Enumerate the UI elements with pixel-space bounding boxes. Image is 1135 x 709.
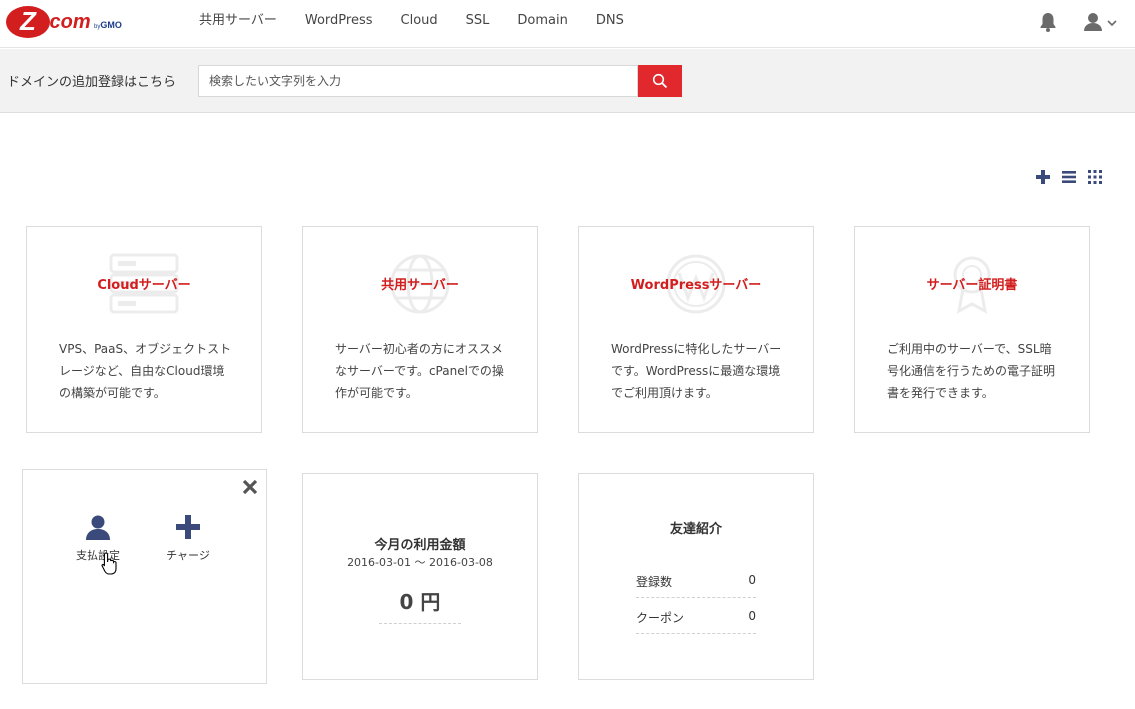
charge-label: チャージ bbox=[166, 549, 210, 562]
grid-icon bbox=[1088, 170, 1102, 184]
referral-card: 友達紹介 登録数 0 クーポン 0 bbox=[578, 473, 814, 680]
service-card-certificate[interactable]: サーバー証明書 ご利用中のサーバーで、SSL暗号化通信を行うための電子証明書を発… bbox=[854, 226, 1090, 433]
monthly-usage-card: 今月の利用金額 2016-03-01 ～ 2016-03-08 0 円 bbox=[302, 473, 538, 680]
close-icon[interactable] bbox=[241, 478, 259, 496]
referral-title: 友達紹介 bbox=[669, 522, 722, 537]
grid-view-button[interactable] bbox=[1086, 168, 1104, 186]
search-icon bbox=[652, 73, 668, 89]
domain-search-bar: ドメインの追加登録はこちら bbox=[0, 49, 1135, 113]
payment-settings-button[interactable]: 支払設定 bbox=[71, 514, 125, 563]
referral-row-value: 0 bbox=[748, 609, 756, 623]
nav-cloud[interactable]: Cloud bbox=[387, 0, 452, 42]
referral-row: 登録数 0 bbox=[636, 562, 756, 598]
user-icon bbox=[1084, 13, 1117, 31]
service-description: サーバー初心者の方にオススメなサーバーです。cPanelでの操作が可能です。 bbox=[335, 342, 504, 400]
service-title[interactable]: 共用サーバー bbox=[303, 274, 537, 293]
referral-row: クーポン 0 bbox=[636, 598, 756, 634]
usage-amount: 0 円 bbox=[379, 586, 461, 624]
main-nav: 共用サーバー WordPress Cloud SSL Domain DNS bbox=[185, 0, 638, 42]
list-icon bbox=[1062, 171, 1076, 183]
nav-shared-server[interactable]: 共用サーバー bbox=[185, 0, 291, 42]
add-widget-button[interactable] bbox=[1034, 168, 1052, 186]
plus-icon bbox=[1036, 170, 1050, 184]
charge-button[interactable]: チャージ bbox=[161, 514, 215, 563]
top-header: Z .com byGMO 共用サーバー WordPress Cloud SSL … bbox=[0, 0, 1135, 48]
quick-actions-widget: 支払設定 チャージ bbox=[22, 469, 267, 684]
nav-ssl[interactable]: SSL bbox=[452, 0, 504, 42]
service-title[interactable]: WordPressサーバー bbox=[579, 274, 813, 293]
service-description: VPS、PaaS、オブジェクトストレージなど、自由なCloud環境の構築が可能で… bbox=[59, 342, 232, 400]
user-icon bbox=[86, 515, 110, 540]
domain-search-input[interactable] bbox=[198, 65, 638, 97]
account-menu[interactable] bbox=[1084, 12, 1120, 32]
referral-row-label: 登録数 bbox=[636, 575, 673, 589]
service-card-wordpress[interactable]: WordPressサーバー WordPressに特化したサーバーです。WordP… bbox=[578, 226, 814, 433]
service-title[interactable]: Cloudサーバー bbox=[27, 274, 261, 293]
service-description: ご利用中のサーバーで、SSL暗号化通信を行うための電子証明書を発行できます。 bbox=[887, 342, 1056, 400]
list-view-button[interactable] bbox=[1060, 168, 1078, 186]
zcom-logo[interactable]: Z .com byGMO bbox=[6, 6, 131, 38]
plus-icon bbox=[176, 515, 200, 539]
bell-icon[interactable] bbox=[1039, 12, 1057, 32]
service-card-cloud[interactable]: Cloudサーバー VPS、PaaS、オブジェクトストレージなど、自由なClou… bbox=[26, 226, 262, 433]
payment-settings-label: 支払設定 bbox=[76, 549, 120, 562]
search-button[interactable] bbox=[638, 65, 682, 97]
logo-gmo: byGMO bbox=[94, 20, 122, 30]
search-label: ドメインの追加登録はこちら bbox=[7, 75, 177, 90]
nav-domain[interactable]: Domain bbox=[503, 0, 581, 42]
referral-row-label: クーポン bbox=[636, 611, 685, 625]
nav-dns[interactable]: DNS bbox=[582, 0, 638, 42]
logo-domain: .com bbox=[44, 11, 91, 33]
service-title[interactable]: サーバー証明書 bbox=[855, 274, 1089, 293]
usage-title: 今月の利用金額 bbox=[374, 538, 466, 553]
usage-date-range: 2016-03-01 ～ 2016-03-08 bbox=[347, 556, 493, 569]
referral-row-value: 0 bbox=[748, 573, 756, 587]
service-card-shared[interactable]: 共用サーバー サーバー初心者の方にオススメなサーバーです。cPanelでの操作が… bbox=[302, 226, 538, 433]
nav-wordpress[interactable]: WordPress bbox=[291, 0, 387, 42]
service-description: WordPressに特化したサーバーです。WordPressに最適な環境でご利用… bbox=[611, 342, 782, 400]
